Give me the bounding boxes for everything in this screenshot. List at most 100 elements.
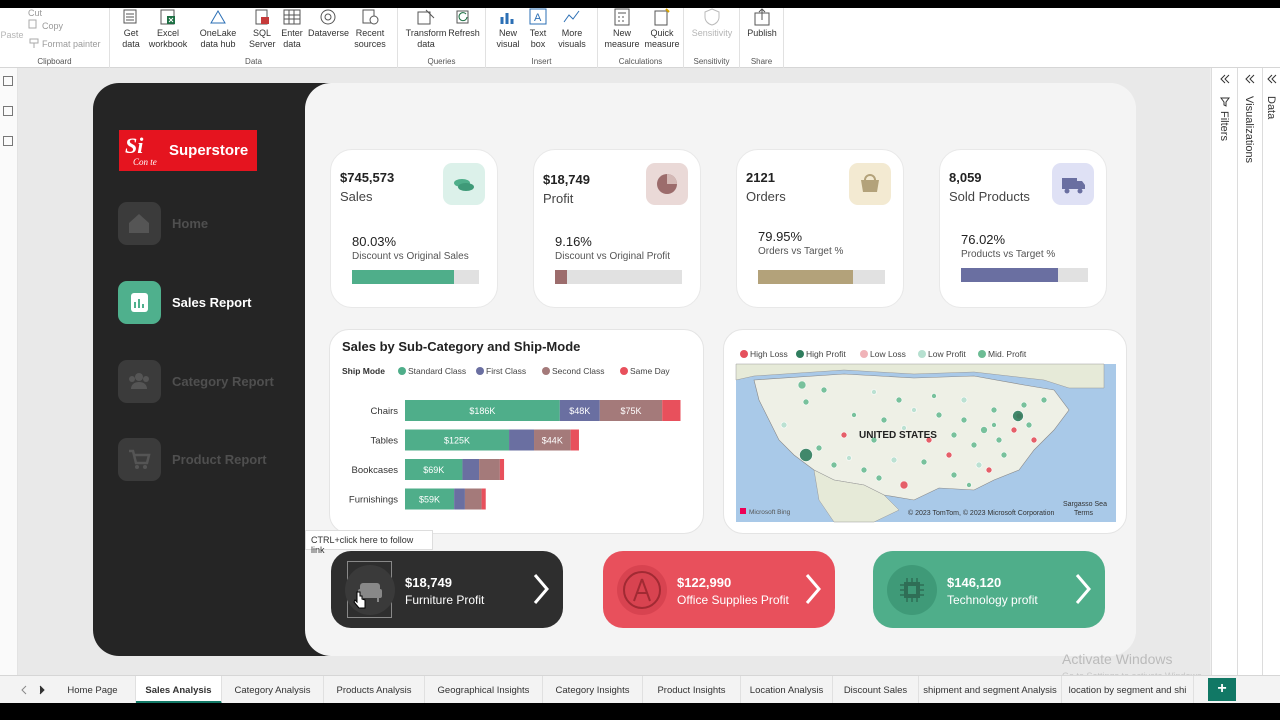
map-bubble[interactable] [931,393,937,399]
legend-entry[interactable]: Low Profit [928,349,966,359]
kpi-card-sold-products[interactable]: 8,059 Sold Products 76.02% Products vs T… [939,149,1107,308]
excel-workbook-button[interactable]: Excel workbook [146,8,190,50]
map-bubble[interactable] [990,406,998,414]
legend-entry[interactable]: Standard Class [408,366,466,376]
bar-segment[interactable] [509,429,535,451]
map-bubble[interactable] [830,461,838,469]
map-bubble[interactable] [950,431,958,439]
bar-segment[interactable] [481,488,486,510]
map-bubble[interactable] [970,441,978,449]
filters-pane[interactable]: Filters [1211,68,1237,675]
more-visuals-button[interactable]: More visuals [552,8,592,50]
add-page-button[interactable]: + [1208,678,1236,701]
page-tab[interactable]: Location Analysis [741,676,833,704]
map-bubble[interactable] [1000,451,1008,459]
map-bubble[interactable] [1020,401,1028,409]
map-bubble[interactable] [975,461,983,469]
map-bubble[interactable] [890,456,898,464]
map-bubble[interactable] [991,422,997,428]
page-tab[interactable]: Home Page [50,676,136,704]
page-tab[interactable]: Category Analysis [222,676,324,704]
nav-product-report[interactable]: Product Report [118,438,308,482]
map-bubble[interactable] [935,411,943,419]
profit-map-card[interactable]: High Loss High Profit Low Loss Low Profit Mi… [723,329,1127,534]
kpi-card-profit[interactable]: $18,749 Profit 9.16% Discount vs Origina… [533,149,701,308]
page-tab[interactable]: Product Insights [643,676,741,704]
map-bubble[interactable] [820,386,828,394]
map-bubble[interactable] [871,389,877,395]
bar-segment[interactable] [499,459,505,480]
map-terms-link[interactable]: Terms [1074,510,1094,517]
map-bubble[interactable] [920,458,928,466]
paste-button[interactable]: Paste [0,30,24,41]
map-bubble[interactable] [950,471,958,479]
map-bubble[interactable] [1040,396,1048,404]
page-tab[interactable]: location by segment and shi [1062,676,1194,704]
page-tab[interactable]: Sales Analysis [136,676,222,704]
sql-server-button[interactable]: SQL Server [248,8,276,50]
map-bubble[interactable] [960,396,968,404]
map-bubble[interactable] [945,451,953,459]
new-visual-button[interactable]: New visual [492,8,524,50]
enter-data-button[interactable]: Enter data [278,8,306,50]
map-bubble[interactable] [797,380,807,390]
map-bubble[interactable] [911,407,917,413]
collapse-left-icon[interactable] [1244,74,1256,84]
table-view-icon[interactable] [3,106,13,116]
map-bubble[interactable] [799,448,813,462]
office-supplies-profit-card[interactable]: $122,990 Office Supplies Profit [603,551,835,628]
map-bubble[interactable] [875,474,883,482]
copy-button[interactable]: Copy [42,21,63,31]
text-box-button[interactable]: A Text box [524,8,552,50]
page-tab[interactable]: Category Insights [543,676,643,704]
kpi-card-sales[interactable]: $745,573 Sales 80.03% Discount vs Origin… [330,149,498,308]
bar-segment[interactable] [462,459,480,480]
dataverse-button[interactable]: Dataverse [308,8,349,39]
legend-entry[interactable]: Low Loss [870,349,906,359]
new-measure-button[interactable]: New measure [602,8,642,50]
onelake-button[interactable]: OneLake data hub [190,8,246,50]
map-bubble[interactable] [846,455,852,461]
map-bubble[interactable] [895,396,903,404]
collapse-left-icon[interactable] [1266,74,1278,84]
map-bubble[interactable] [985,466,993,474]
page-tab[interactable]: Geographical Insights [425,676,543,704]
page-tab[interactable]: Products Analysis [324,676,425,704]
map-bubble[interactable] [860,466,868,474]
bar-segment[interactable] [479,459,500,480]
map-bubble[interactable] [995,436,1003,444]
map-bubble[interactable] [966,482,972,488]
map-bubble[interactable] [780,421,788,429]
kpi-card-orders[interactable]: 2121 Orders 79.95% Orders vs Target % [736,149,904,308]
sales-subcategory-chart[interactable]: Sales by Sub-Category and Ship-Mode Ship… [329,329,704,534]
refresh-button[interactable]: Refresh [448,8,480,39]
bar-segment[interactable] [570,429,579,451]
map-bubble[interactable] [840,431,848,439]
map-bubble[interactable] [899,480,909,490]
map-bubble[interactable] [980,426,988,434]
tab-scroll-arrows-icon[interactable] [20,685,46,695]
nav-category-report[interactable]: Category Report [118,360,308,404]
transform-data-button[interactable]: Transform data [404,8,448,50]
sensitivity-button[interactable]: Sensitivity [688,8,736,39]
recent-sources-button[interactable]: Recent sources [352,8,388,50]
legend-entry[interactable]: Same Day [630,366,670,376]
map-bubble[interactable] [1030,436,1038,444]
cut-button[interactable]: Cut [28,8,42,18]
map-bubble[interactable] [851,412,857,418]
nav-sales-report[interactable]: Sales Report [118,281,308,325]
page-tab[interactable]: shipment and segment Analysis [919,676,1062,704]
legend-entry[interactable]: Mid. Profit [988,349,1027,359]
map-bubble[interactable] [802,398,810,406]
quick-measure-button[interactable]: Quick measure [642,8,682,50]
bar-segment[interactable] [464,488,482,510]
data-pane[interactable]: Data [1262,68,1280,675]
map-bubble[interactable] [1010,426,1018,434]
technology-profit-card[interactable]: $146,120 Technology profit [873,551,1105,628]
model-view-icon[interactable] [3,136,13,146]
furniture-profit-card[interactable]: $18,749 Furniture Profit [331,551,563,628]
legend-entry[interactable]: High Loss [750,349,788,359]
map-bubble[interactable] [960,416,968,424]
nav-home[interactable]: Home [118,202,308,246]
legend-entry[interactable]: Second Class [552,366,604,376]
